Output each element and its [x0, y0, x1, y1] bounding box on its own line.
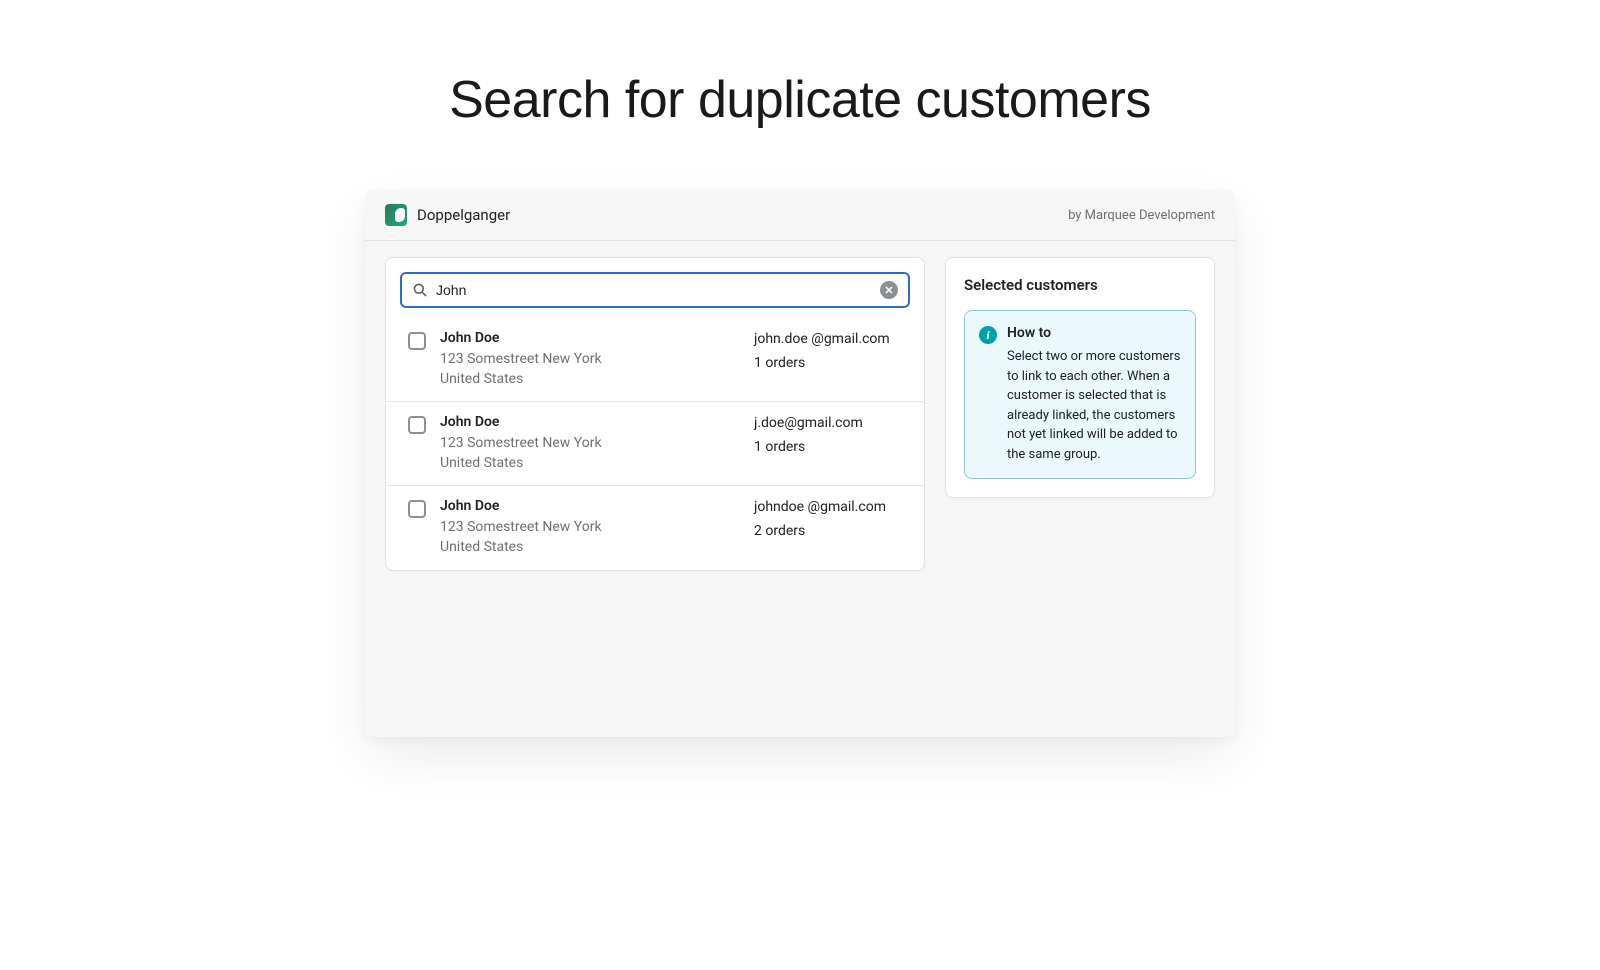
search-wrap: ✕ [386, 258, 924, 318]
howto-title: How to [1007, 325, 1181, 341]
result-name: John Doe [440, 414, 740, 430]
result-row[interactable]: John Doe 123 Somestreet New York United S… [386, 401, 924, 485]
result-name: John Doe [440, 498, 740, 514]
info-icon: i [979, 326, 997, 344]
search-icon [412, 282, 428, 298]
result-address: 123 Somestreet New York United States [440, 350, 640, 389]
app-window: Doppelganger by Marquee Development ✕ Jo… [365, 190, 1235, 737]
result-address: 123 Somestreet New York United States [440, 434, 640, 473]
result-email: j.doe@gmail.com [754, 414, 904, 434]
selected-customers-panel: Selected customers i How to Select two o… [945, 257, 1215, 498]
result-main: John Doe 123 Somestreet New York United S… [440, 330, 740, 389]
app-header-left: Doppelganger [385, 204, 510, 226]
result-orders: 1 orders [754, 354, 904, 374]
result-side: johndoe @gmail.com 2 orders [754, 498, 904, 541]
clear-search-button[interactable]: ✕ [880, 281, 898, 299]
app-header: Doppelganger by Marquee Development [365, 190, 1235, 241]
page-title: Search for duplicate customers [0, 70, 1600, 130]
result-email: john.doe @gmail.com [754, 330, 904, 350]
search-results-panel: ✕ John Doe 123 Somestreet New York United… [385, 257, 925, 571]
result-checkbox[interactable] [408, 416, 426, 434]
result-email: johndoe @gmail.com [754, 498, 904, 518]
app-byline: by Marquee Development [1068, 208, 1215, 223]
app-logo-icon [385, 204, 407, 226]
result-orders: 2 orders [754, 522, 904, 542]
app-name: Doppelganger [417, 206, 510, 224]
search-box[interactable]: ✕ [400, 272, 910, 308]
howto-content: How to Select two or more customers to l… [1007, 325, 1181, 464]
close-icon: ✕ [884, 284, 893, 297]
result-row[interactable]: John Doe 123 Somestreet New York United S… [386, 318, 924, 401]
result-name: John Doe [440, 330, 740, 346]
howto-text: Select two or more customers to link to … [1007, 347, 1181, 464]
result-row[interactable]: John Doe 123 Somestreet New York United S… [386, 485, 924, 569]
result-checkbox[interactable] [408, 500, 426, 518]
result-orders: 1 orders [754, 438, 904, 458]
search-input[interactable] [428, 280, 880, 300]
app-body: ✕ John Doe 123 Somestreet New York United… [365, 241, 1235, 587]
howto-banner: i How to Select two or more customers to… [964, 310, 1196, 479]
result-side: j.doe@gmail.com 1 orders [754, 414, 904, 457]
selected-customers-title: Selected customers [964, 276, 1196, 294]
result-main: John Doe 123 Somestreet New York United S… [440, 414, 740, 473]
result-address: 123 Somestreet New York United States [440, 518, 640, 557]
result-checkbox[interactable] [408, 332, 426, 350]
results-list: John Doe 123 Somestreet New York United S… [386, 318, 924, 570]
result-side: john.doe @gmail.com 1 orders [754, 330, 904, 373]
result-main: John Doe 123 Somestreet New York United S… [440, 498, 740, 557]
